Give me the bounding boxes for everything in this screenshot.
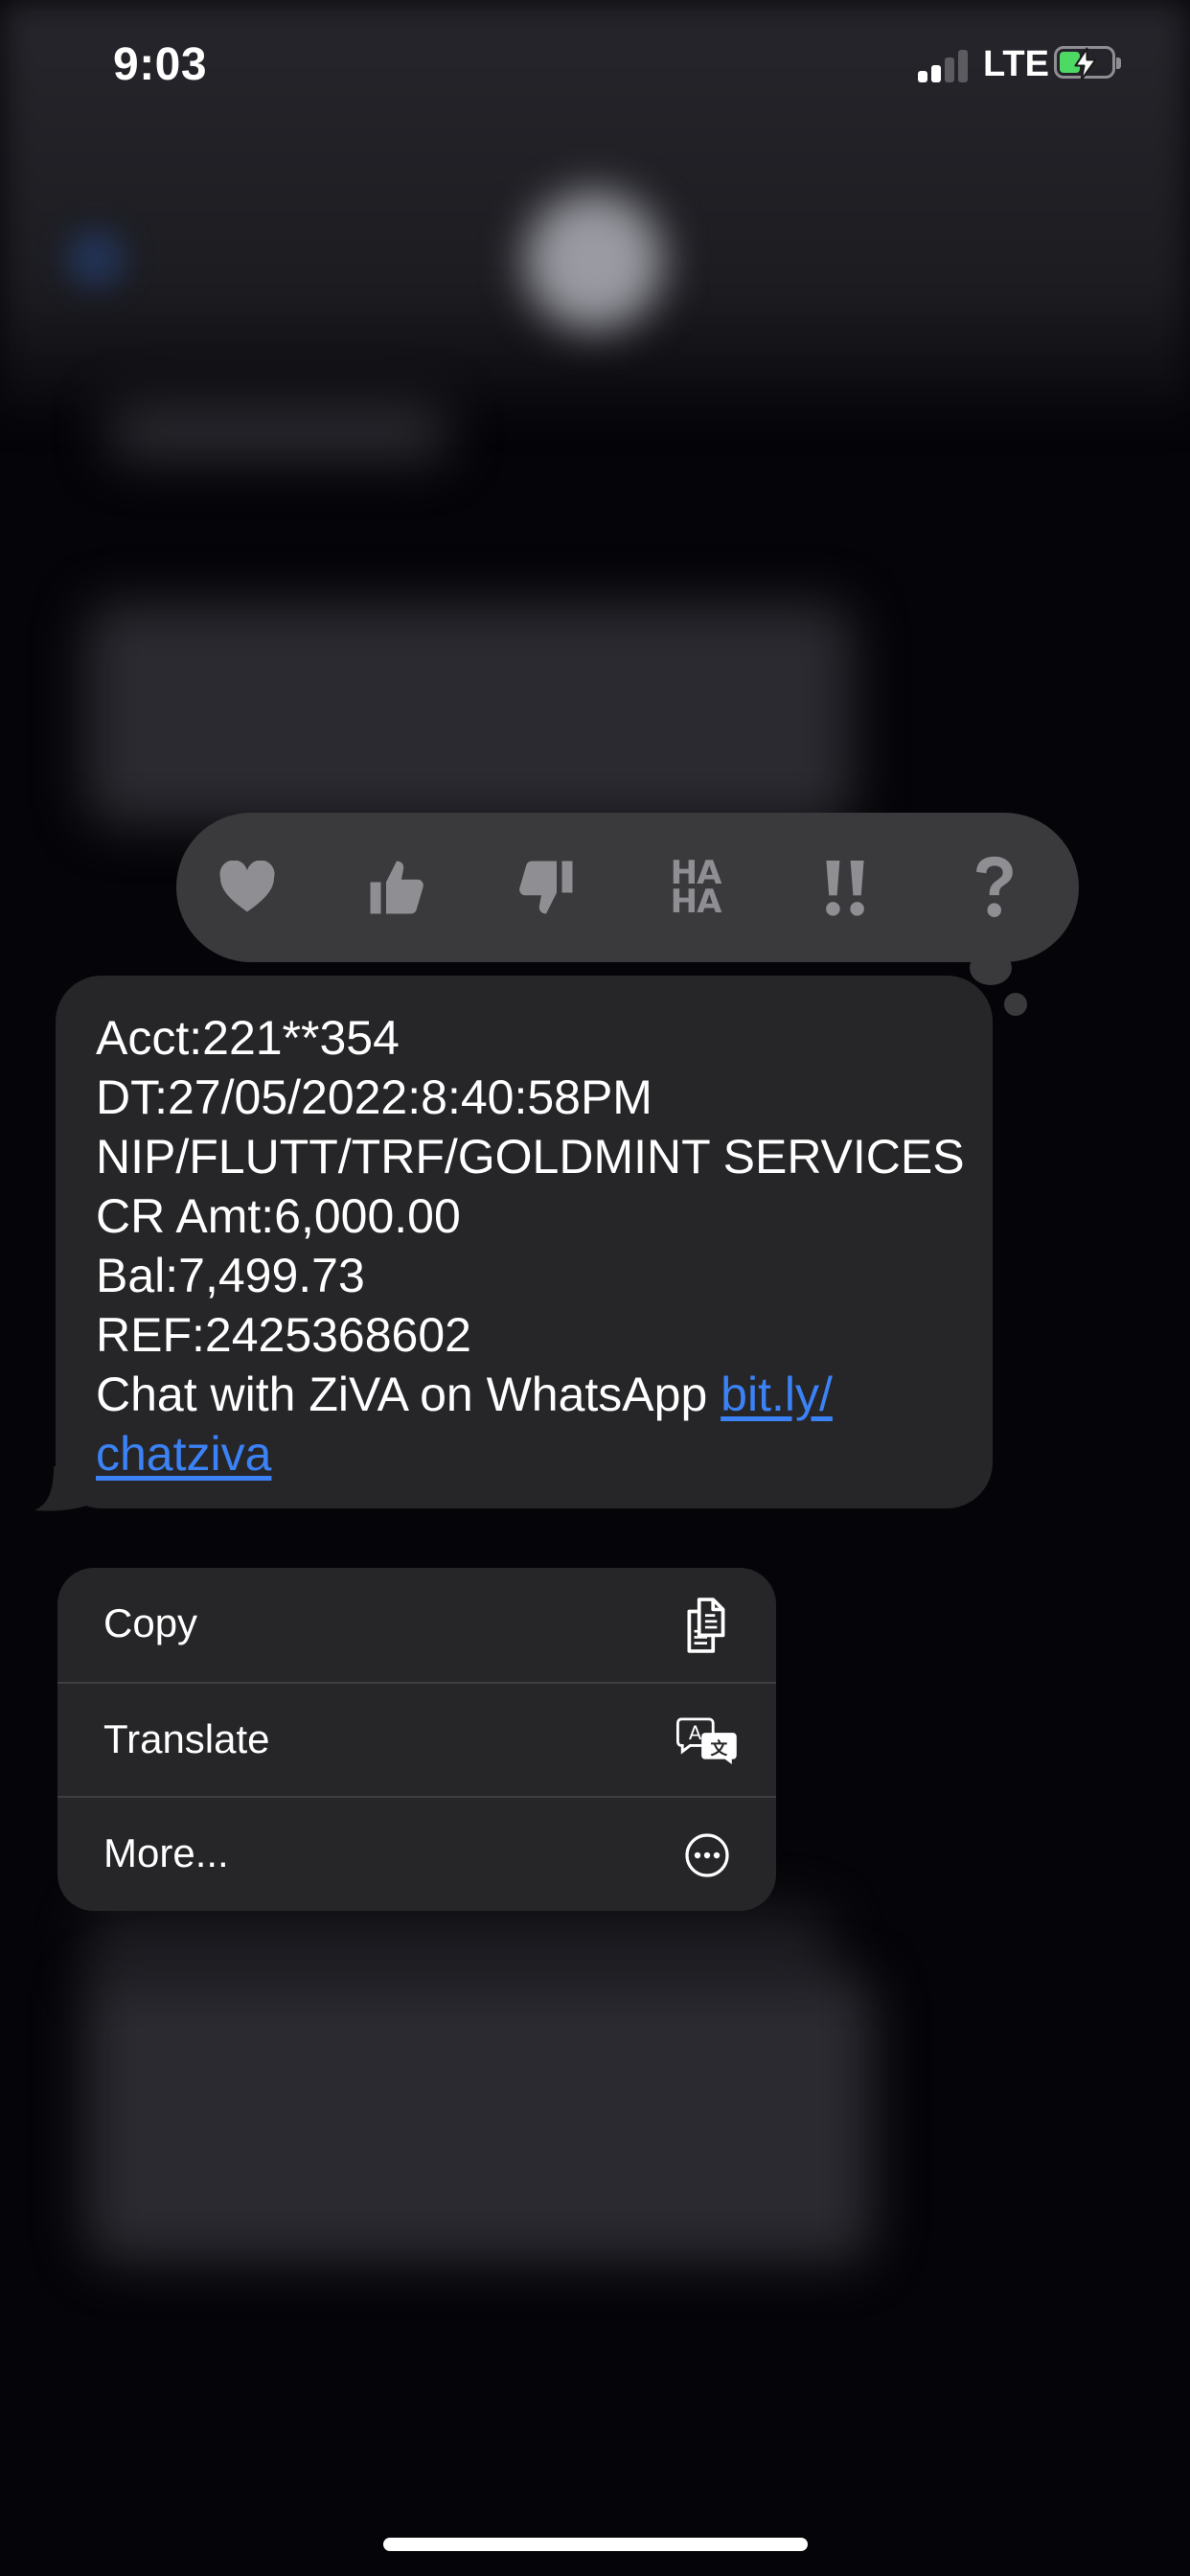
- message-line-account: Acct:221**354: [96, 1011, 400, 1065]
- message-line-credit-amount: CR Amt:6,000.00: [96, 1189, 461, 1243]
- status-time: 9:03: [113, 39, 208, 90]
- home-indicator[interactable]: [383, 2538, 808, 2551]
- menu-item-translate[interactable]: Translate A 文: [57, 1684, 776, 1798]
- message-line-reference: REF:2425368602: [96, 1308, 471, 1362]
- menu-item-label: More...: [103, 1830, 229, 1875]
- thumbs-down-icon[interactable]: [500, 841, 592, 933]
- menu-item-more[interactable]: More...: [57, 1798, 776, 1911]
- menu-item-label: Copy: [103, 1600, 198, 1645]
- message-line-balance: Bal:7,499.73: [96, 1249, 365, 1302]
- battery-icon: [1054, 46, 1121, 81]
- svg-text:A: A: [689, 1722, 702, 1744]
- more-icon: [676, 1825, 738, 1886]
- charging-bolt-icon: [1074, 47, 1097, 81]
- message-line-chat: Chat with ZiVA on WhatsApp bit.ly/: [96, 1365, 954, 1424]
- message-bubble[interactable]: Acct:221**354 DT:27/05/2022:8:40:58PM NI…: [56, 976, 993, 1508]
- message-line-date: DT:27/05/2022:8:40:58PM: [96, 1070, 652, 1124]
- heart-icon[interactable]: [201, 841, 293, 933]
- translate-icon: A 文: [676, 1711, 738, 1772]
- network-label: LTE: [983, 44, 1049, 84]
- link-part1[interactable]: bit.ly/: [721, 1368, 833, 1421]
- question-icon[interactable]: [949, 841, 1041, 933]
- blurred-avatar: [525, 192, 663, 330]
- thumbs-up-icon[interactable]: [351, 841, 443, 933]
- svg-text:文: 文: [711, 1737, 728, 1759]
- copy-icon: [676, 1595, 738, 1656]
- tapback-bar: [176, 813, 1079, 962]
- chat-text: Chat with ZiVA on WhatsApp: [96, 1368, 721, 1421]
- exclamation-icon[interactable]: [799, 841, 891, 933]
- context-menu: Copy Translate A 文 More...: [57, 1568, 776, 1911]
- menu-item-copy[interactable]: Copy: [57, 1568, 776, 1682]
- link-part2[interactable]: chatziva: [96, 1427, 271, 1481]
- message-line-narration: NIP/FLUTT/TRF/GOLDMINT SERVICES: [96, 1130, 965, 1184]
- haha-icon[interactable]: HA HA: [650, 841, 742, 933]
- signal-icon: [918, 50, 968, 82]
- menu-item-label: Translate: [103, 1716, 270, 1761]
